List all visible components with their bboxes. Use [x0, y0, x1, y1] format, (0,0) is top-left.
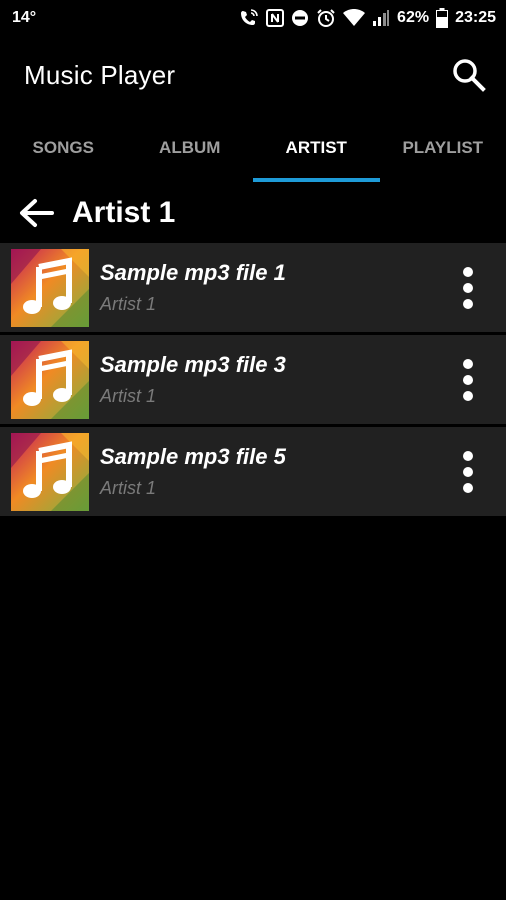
song-artist: Artist 1	[100, 294, 157, 314]
page-title: Artist 1	[72, 196, 176, 229]
clock: 23:25	[455, 9, 496, 26]
do-not-disturb-icon	[292, 10, 309, 26]
song-info: Sample mp3 file 5 Artist 1	[100, 444, 438, 499]
list-item[interactable]: Sample mp3 file 1 Artist 1	[0, 243, 506, 332]
app-bar: Music Player	[0, 46, 506, 104]
more-options-button[interactable]	[438, 350, 498, 410]
tab-album-label: ALBUM	[159, 138, 221, 157]
song-list: Sample mp3 file 1 Artist 1 Sample mp3 fi…	[0, 243, 506, 519]
album-art	[11, 340, 89, 419]
album-art	[11, 432, 89, 511]
battery-icon	[436, 8, 449, 28]
status-icons: 62% 23:25	[239, 8, 496, 28]
active-tab-indicator	[253, 178, 380, 182]
alarm-icon	[317, 9, 335, 27]
song-title: Sample mp3 file 5	[100, 444, 286, 469]
song-title: Sample mp3 file 1	[100, 260, 286, 285]
wifi-call-icon	[241, 9, 258, 25]
status-bar: 14° 62% 23:25	[0, 0, 506, 36]
album-art	[11, 248, 89, 327]
more-options-button[interactable]	[438, 258, 498, 318]
search-icon[interactable]	[452, 58, 486, 92]
back-arrow-icon[interactable]	[18, 197, 54, 229]
more-vert-icon	[463, 450, 473, 493]
tab-songs-label: SONGS	[32, 138, 94, 157]
tab-artist[interactable]: ARTIST	[253, 124, 380, 182]
more-options-button[interactable]	[438, 442, 498, 502]
song-info: Sample mp3 file 1 Artist 1	[100, 260, 438, 315]
list-item[interactable]: Sample mp3 file 3 Artist 1	[0, 335, 506, 424]
song-artist: Artist 1	[100, 386, 157, 406]
nfc-icon	[266, 9, 285, 27]
wifi-icon	[343, 9, 366, 26]
tab-songs[interactable]: SONGS	[0, 124, 127, 182]
tab-playlist[interactable]: PLAYLIST	[380, 124, 506, 182]
tab-artist-label: ARTIST	[285, 138, 347, 157]
music-note-icon	[11, 432, 89, 511]
song-info: Sample mp3 file 3 Artist 1	[100, 352, 438, 407]
battery-percent: 62%	[397, 9, 430, 26]
tab-bar: SONGS ALBUM ARTIST PLAYLIST	[0, 124, 506, 182]
app-title: Music Player	[24, 59, 176, 90]
tab-playlist-label: PLAYLIST	[402, 138, 484, 157]
tab-album[interactable]: ALBUM	[127, 124, 254, 182]
song-artist: Artist 1	[100, 478, 157, 498]
signal-icon	[373, 10, 390, 26]
song-title: Sample mp3 file 3	[100, 352, 286, 377]
more-vert-icon	[463, 266, 473, 309]
artist-header: Artist 1	[0, 188, 506, 238]
list-item[interactable]: Sample mp3 file 5 Artist 1	[0, 427, 506, 516]
more-vert-icon	[463, 358, 473, 401]
music-note-icon	[11, 340, 89, 419]
music-note-icon	[11, 248, 89, 327]
temperature-text: 14°	[12, 9, 37, 26]
